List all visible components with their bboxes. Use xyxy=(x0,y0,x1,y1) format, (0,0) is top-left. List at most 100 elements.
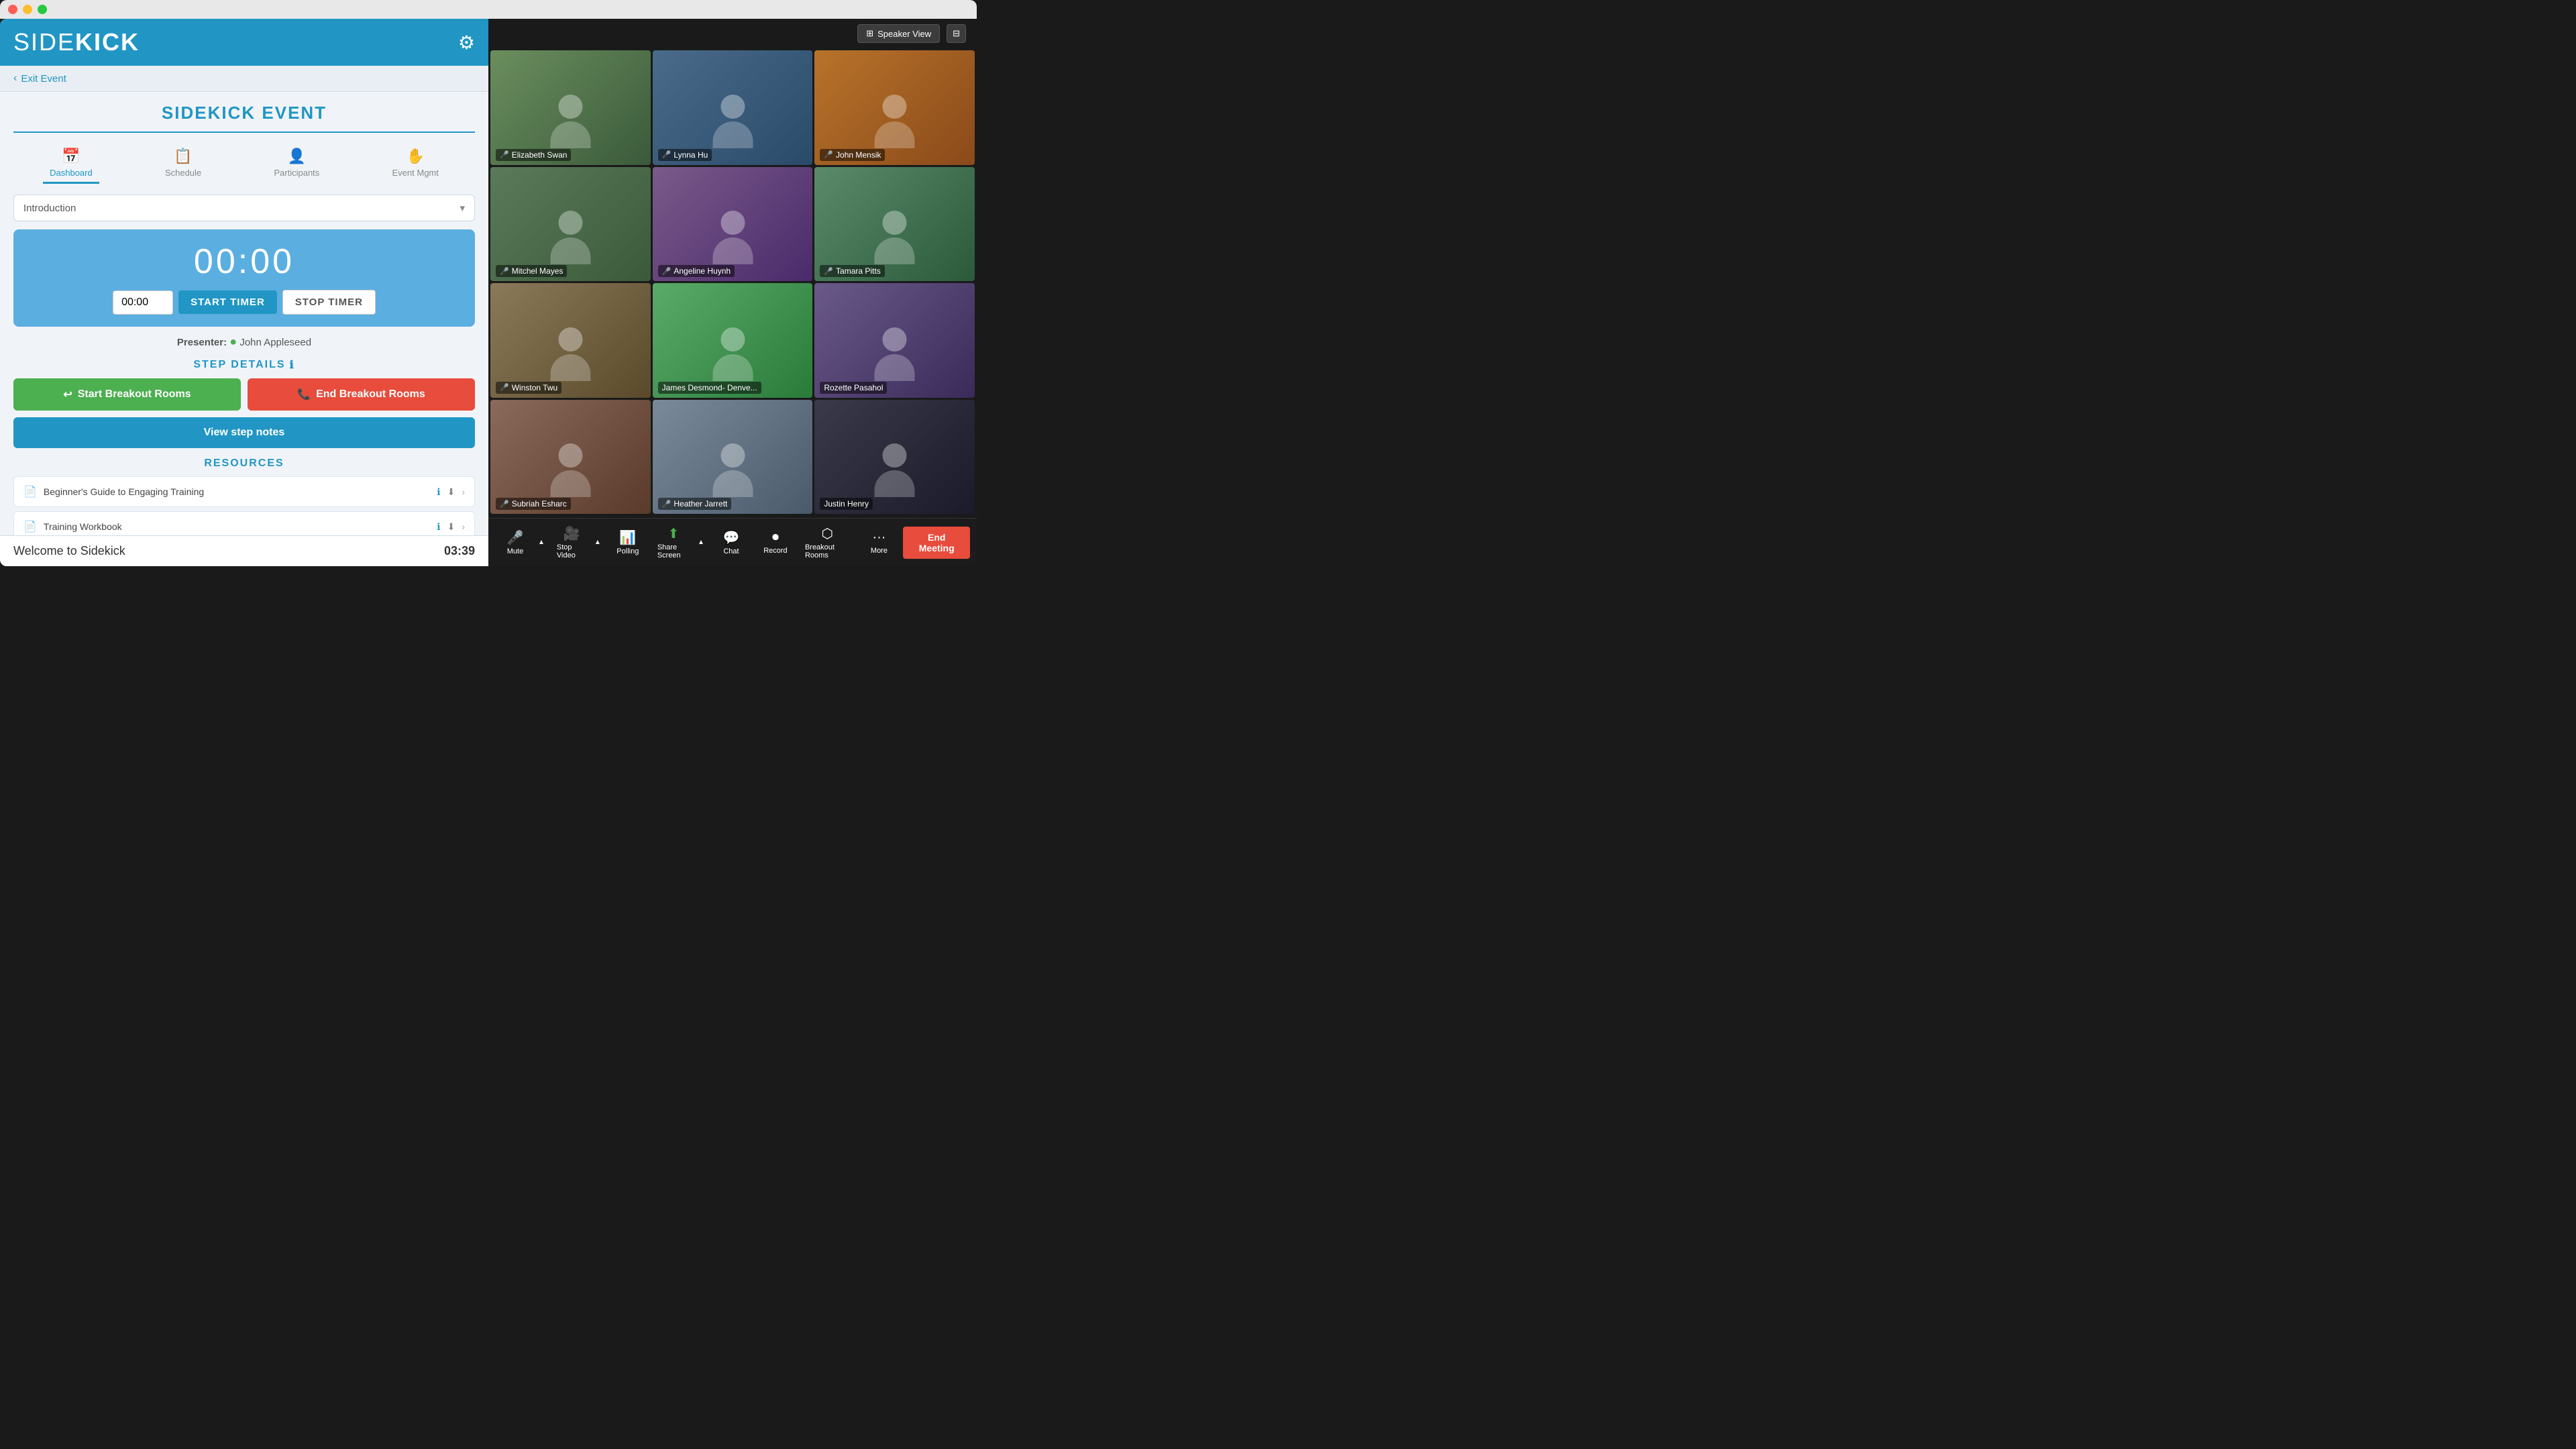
close-dot[interactable] xyxy=(8,5,17,14)
mute-button[interactable]: 🎤 Mute xyxy=(495,527,535,558)
resource-download-icon-0[interactable]: ⬇ xyxy=(447,486,455,498)
video-cell-8: Rozette Pasahol xyxy=(814,283,975,398)
video-cell-9: 🎤 Subriah Esharc xyxy=(490,400,651,515)
maximize-dot[interactable] xyxy=(38,5,47,14)
title-divider xyxy=(13,131,475,133)
stop-video-button[interactable]: 🎥 Stop Video xyxy=(551,523,592,562)
stop-video-arrow[interactable]: ▲ xyxy=(592,537,604,547)
step-dropdown[interactable]: Introduction ▾ xyxy=(13,195,475,221)
mute-icon: 🎤 xyxy=(507,529,524,546)
share-screen-btn-group: ⬆ Share Screen ▲ xyxy=(652,523,707,562)
breakout-rooms-button[interactable]: ⬡ Breakout Rooms xyxy=(800,523,855,562)
share-screen-button[interactable]: ⬆ Share Screen xyxy=(652,523,695,562)
more-button[interactable]: ··· More xyxy=(859,527,899,557)
participant-name-0: 🎤 Elizabeth Swan xyxy=(496,149,571,161)
resource-info-icon-1[interactable]: ℹ xyxy=(437,521,440,533)
video-cell-1: 🎤 Lynna Hu xyxy=(653,50,813,165)
mic-icon-9: 🎤 xyxy=(500,500,509,508)
end-meeting-button[interactable]: End Meeting xyxy=(903,527,970,559)
schedule-icon: 📋 xyxy=(174,148,192,165)
video-cell-11: Justin Henry xyxy=(814,400,975,515)
video-cell-5: 🎤 Tamara Pitts xyxy=(814,167,975,282)
exit-event-label: Exit Event xyxy=(21,73,66,85)
presenter-row: Presenter: ● John Appleseed xyxy=(13,335,475,349)
mic-icon-6: 🎤 xyxy=(500,383,509,392)
end-breakout-button[interactable]: 📞 End Breakout Rooms xyxy=(248,378,475,411)
tab-event-mgmt[interactable]: ✋ Event Mgmt xyxy=(386,144,445,184)
video-cell-4: 🎤 Angeline Huynh xyxy=(653,167,813,282)
breakout-row: ↩ Start Breakout Rooms 📞 End Breakout Ro… xyxy=(13,378,475,411)
window-chrome xyxy=(0,0,977,19)
tab-dashboard-label: Dashboard xyxy=(50,168,93,178)
polling-button[interactable]: 📊 Polling xyxy=(608,527,648,558)
participant-name-3: 🎤 Mitchel Mayes xyxy=(496,265,567,277)
mute-btn-group: 🎤 Mute ▲ xyxy=(495,527,547,558)
tab-dashboard[interactable]: 📅 Dashboard xyxy=(43,144,99,184)
resource-arrow-icon-0: › xyxy=(462,486,465,497)
settings-icon[interactable]: ⚙ xyxy=(458,32,475,54)
bottom-label: Welcome to Sidekick xyxy=(13,544,125,558)
stop-timer-button[interactable]: STOP TIMER xyxy=(282,290,376,315)
participant-name-5: 🎤 Tamara Pitts xyxy=(820,265,884,277)
video-cell-10: 🎤 Heather Jarrett xyxy=(653,400,813,515)
resources-title: RESOURCES xyxy=(13,458,475,470)
participant-name-10: 🎤 Heather Jarrett xyxy=(658,498,732,510)
tab-participants[interactable]: 👤 Participants xyxy=(267,144,326,184)
mic-icon-3: 🎤 xyxy=(500,267,509,276)
timer-area: 00:00 START TIMER STOP TIMER xyxy=(13,229,475,327)
event-title: SIDEKICK EVENT xyxy=(13,103,475,123)
mic-icon-10: 🎤 xyxy=(662,500,672,508)
video-cell-3: 🎤 Mitchel Mayes xyxy=(490,167,651,282)
presenter-dot: ● xyxy=(229,335,237,348)
step-details-info-icon[interactable]: ℹ xyxy=(290,358,295,372)
dashboard-icon: 📅 xyxy=(62,148,80,165)
mic-icon-1: 🎤 xyxy=(662,150,672,159)
bottom-bar: Welcome to Sidekick 03:39 xyxy=(0,535,488,566)
video-cell-6: 🎤 Winston Twu xyxy=(490,283,651,398)
resources-section: RESOURCES 📄 Beginner's Guide to Engaging… xyxy=(13,458,475,535)
video-grid: 🎤 Elizabeth Swan 🎤 Lynna Hu xyxy=(488,48,977,518)
speaker-view-button[interactable]: ⊞ Speaker View xyxy=(857,24,940,43)
tab-schedule-label: Schedule xyxy=(165,168,201,178)
video-cell-2: 🎤 John Mensik xyxy=(814,50,975,165)
participant-name-8: Rozette Pasahol xyxy=(820,382,887,394)
resource-file-icon-1: 📄 xyxy=(23,520,37,533)
dropdown-value: Introduction xyxy=(23,203,76,214)
event-mgmt-icon: ✋ xyxy=(406,148,424,165)
resource-info-icon-0[interactable]: ℹ xyxy=(437,486,440,498)
tab-schedule[interactable]: 📋 Schedule xyxy=(158,144,208,184)
start-timer-button[interactable]: START TIMER xyxy=(178,290,277,314)
bottom-time: 03:39 xyxy=(444,544,475,558)
presenter-label: Presenter: xyxy=(177,337,227,348)
record-icon: ⏺ xyxy=(772,530,779,545)
resource-actions-0: ℹ ⬇ › xyxy=(437,486,465,498)
mic-icon-4: 🎤 xyxy=(662,267,672,276)
resource-download-icon-1[interactable]: ⬇ xyxy=(447,521,455,533)
grid-view-button[interactable]: ⊟ xyxy=(947,24,966,43)
mute-arrow[interactable]: ▲ xyxy=(535,537,547,547)
chevron-down-icon: ▾ xyxy=(460,202,465,214)
speaker-view-icon: ⊞ xyxy=(866,28,873,39)
record-button[interactable]: ⏺ Record xyxy=(755,527,796,557)
video-cell-0: 🎤 Elizabeth Swan xyxy=(490,50,651,165)
mic-icon-2: 🎤 xyxy=(824,150,833,159)
share-screen-icon: ⬆ xyxy=(668,525,680,542)
polling-icon: 📊 xyxy=(619,529,636,546)
participant-name-7: James Desmond- Denve... xyxy=(658,382,761,394)
resource-item-1[interactable]: 📄 Training Workbook ℹ ⬇ › xyxy=(13,511,475,535)
start-breakout-button[interactable]: ↩ Start Breakout Rooms xyxy=(13,378,241,411)
minimize-dot[interactable] xyxy=(23,5,32,14)
resource-name-1: Training Workbook xyxy=(44,521,430,532)
exit-event-button[interactable]: ‹ Exit Event xyxy=(0,66,488,92)
view-step-notes-button[interactable]: View step notes xyxy=(13,417,475,448)
tab-participants-label: Participants xyxy=(274,168,319,178)
left-panel: SIDEKICK ⚙ ‹ Exit Event SIDEKICK EVENT xyxy=(0,19,488,566)
step-details-title: STEP DETAILS ℹ xyxy=(13,358,475,372)
share-screen-arrow[interactable]: ▲ xyxy=(695,537,707,547)
zoom-topbar: ⊞ Speaker View ⊟ xyxy=(488,19,977,48)
chat-button[interactable]: 💬 Chat xyxy=(711,527,751,558)
resource-item-0[interactable]: 📄 Beginner's Guide to Engaging Training … xyxy=(13,476,475,507)
chat-icon: 💬 xyxy=(722,529,739,546)
timer-input[interactable] xyxy=(113,290,173,315)
breakout-rooms-icon: ⬡ xyxy=(821,525,833,542)
